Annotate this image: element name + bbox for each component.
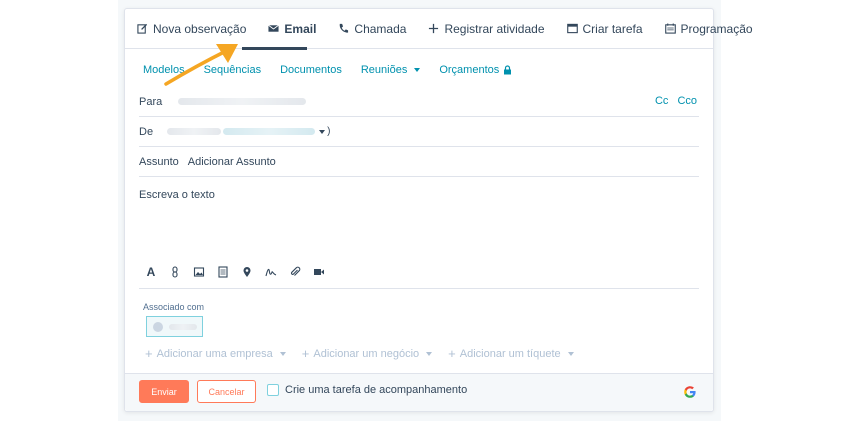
avatar [153, 321, 163, 332]
cancel-button[interactable]: Cancelar [197, 380, 256, 403]
email-tools-bar: Modelos Sequências Documentos Reuniões O… [125, 50, 713, 90]
send-button[interactable]: Enviar [139, 380, 189, 403]
add-deal-label: Adicionar um negócio [313, 347, 420, 360]
redacted-contact-name [169, 323, 197, 330]
plus-icon: + [145, 346, 153, 361]
followup-checkbox[interactable] [267, 384, 279, 396]
quotes-link[interactable]: Orçamentos [439, 64, 512, 76]
signature-icon[interactable] [265, 266, 277, 278]
documents-link[interactable]: Documentos [280, 64, 342, 76]
meetings-label: Reuniões [360, 64, 408, 76]
activity-tabs: Nova observação Email Chamada Registrar … [125, 9, 753, 49]
bcc-link[interactable]: Cco [677, 95, 697, 107]
google-icon [684, 386, 696, 398]
chevron-down-icon[interactable] [319, 129, 326, 134]
templates-link[interactable]: Modelos [143, 64, 185, 76]
associated-contact-chip[interactable] [146, 316, 203, 337]
calendar-icon [664, 23, 676, 34]
followup-label: Crie uma tarefa de acompanhamento [285, 384, 468, 396]
redacted-sender-email [223, 128, 316, 135]
phone-icon [340, 23, 349, 33]
tab-label: Criar tarefa [582, 21, 643, 36]
tab-create-task[interactable]: Criar tarefa [566, 9, 643, 49]
sequences-label: Sequências [203, 64, 262, 76]
subject-input[interactable]: Adicionar Assunto [188, 156, 276, 168]
text-format-icon[interactable]: A [145, 265, 157, 279]
cc-link[interactable]: Cc [655, 95, 668, 107]
chevron-down-icon [414, 68, 421, 72]
edit-icon [137, 23, 148, 34]
add-ticket-button[interactable]: + Adicionar um tíquete [448, 346, 574, 361]
quotes-label: Orçamentos [439, 64, 500, 76]
attachment-icon[interactable] [289, 266, 301, 278]
email-icon [268, 24, 280, 32]
associated-with-label: Associado com [143, 302, 205, 312]
email-composer-panel: Nova observação Email Chamada Registrar … [124, 8, 753, 412]
chevron-down-icon [567, 351, 574, 356]
tab-label: Nova observação [153, 21, 247, 36]
snippet-icon[interactable] [217, 266, 229, 278]
add-ticket-label: Adicionar um tíquete [459, 347, 561, 360]
location-pin-icon[interactable] [241, 266, 253, 278]
followup-task-option[interactable]: Crie uma tarefa de acompanhamento [267, 384, 467, 396]
chevron-down-icon [426, 351, 433, 356]
add-company-label: Adicionar uma empresa [156, 347, 273, 360]
add-company-button[interactable]: + Adicionar uma empresa [145, 347, 286, 360]
tab-call[interactable]: Chamada [338, 9, 406, 49]
divider [139, 288, 699, 289]
video-icon[interactable] [313, 266, 325, 278]
cc-bcc-links: Cc Cco [655, 95, 697, 107]
tab-label: Programação [680, 21, 753, 36]
redacted-recipient [178, 98, 307, 105]
link-icon[interactable] [169, 266, 181, 278]
tab-log-activity[interactable]: Registrar atividade [428, 9, 545, 49]
tab-label: Registrar atividade [444, 21, 545, 36]
add-associations-row: + Adicionar uma empresa + Adicionar um neg… [145, 347, 574, 360]
to-label: Para [139, 95, 163, 108]
meetings-dropdown[interactable]: Reuniões [360, 64, 421, 76]
add-deal-button[interactable]: + Adicionar um negócio [301, 346, 433, 361]
documents-label: Documentos [280, 64, 342, 76]
redacted-sender-name [167, 128, 222, 135]
chevron-down-icon [279, 351, 286, 356]
tab-note[interactable]: Nova observação [137, 9, 246, 49]
composer-footer: Enviar Cancelar Crie uma tarefa de acomp… [125, 373, 713, 411]
subject-label: Assunto [139, 155, 179, 168]
tab-label: Email [284, 21, 317, 36]
email-body-input[interactable]: Escreva o texto [139, 189, 215, 201]
plus-icon: + [448, 346, 456, 361]
from-field[interactable]: De ) [139, 117, 699, 147]
plus-icon [429, 23, 439, 34]
from-closing-paren: ) [327, 126, 331, 137]
templates-label: Modelos [143, 64, 185, 76]
tab-schedule[interactable]: Programação [664, 9, 753, 49]
subject-field[interactable]: Assunto Adicionar Assunto [139, 147, 699, 177]
image-icon[interactable] [193, 266, 205, 278]
tab-label: Chamada [354, 21, 407, 36]
from-label: De [139, 125, 154, 138]
format-toolbar: A [145, 265, 325, 279]
tab-email[interactable]: Email [268, 9, 316, 49]
task-icon [566, 23, 578, 34]
plus-icon: + [301, 346, 310, 361]
lock-icon [504, 65, 512, 75]
sequences-link[interactable]: Sequências [204, 64, 262, 76]
to-field[interactable]: Para Cc Cco [139, 87, 699, 117]
